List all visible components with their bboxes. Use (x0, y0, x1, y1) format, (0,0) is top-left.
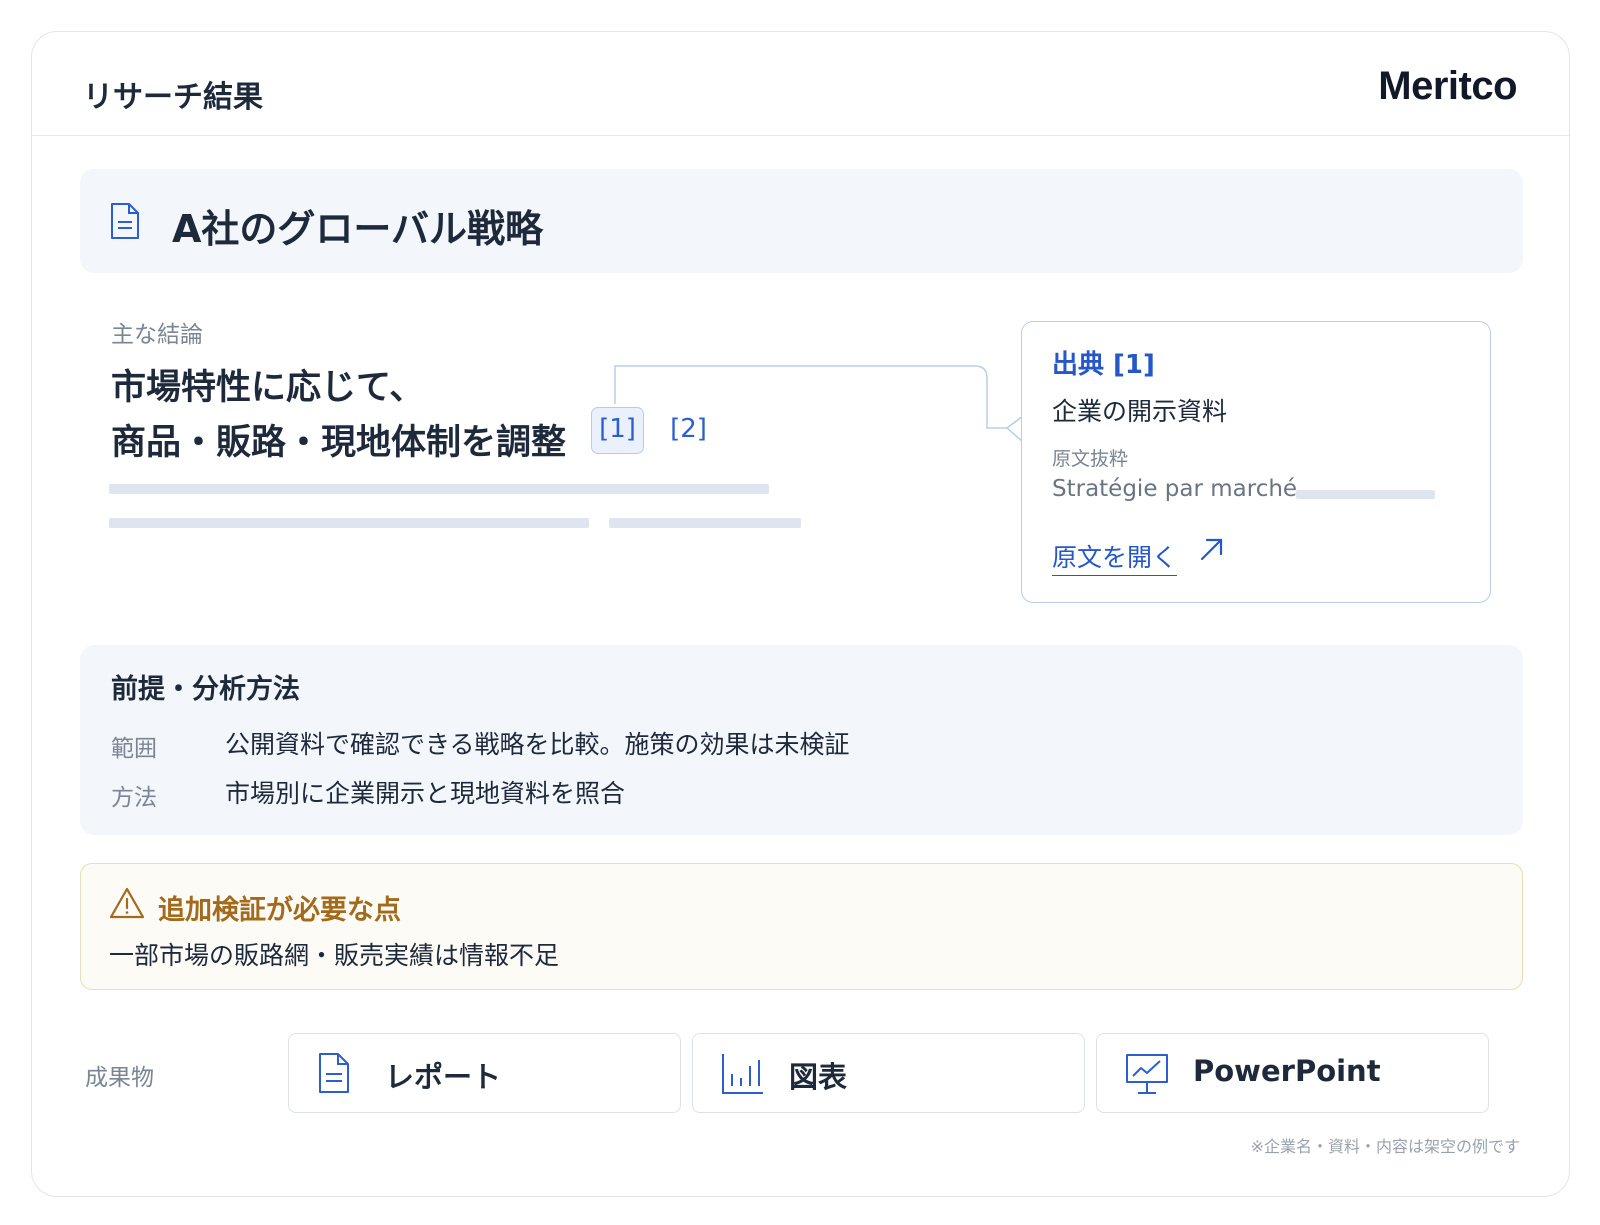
document-title: A社のグローバル戦略 (172, 207, 544, 251)
placeholder-line (1296, 490, 1435, 499)
source-popover: 出典 [1] 企業の開示資料 原文抜粋 Stratégie par marché… (1021, 321, 1491, 603)
assumptions-title: 前提・分析方法 (111, 674, 300, 705)
presentation-icon (1124, 1052, 1170, 1100)
open-source-link[interactable]: 原文を開く (1052, 538, 1178, 576)
method-row-key: 範囲 (111, 736, 157, 762)
method-row-value: 市場別に企業開示と現地資料を照合 (225, 779, 626, 808)
placeholder-line (109, 484, 769, 494)
chart-button-label: 図表 (789, 1060, 848, 1094)
fictional-disclaimer: ※企業名・資料・内容は架空の例です (1250, 1137, 1520, 1156)
source-name: 企業の開示資料 (1052, 397, 1228, 426)
report-button[interactable]: レポート (288, 1033, 681, 1113)
conclusion-label: 主な結論 (111, 322, 203, 348)
placeholder-line (609, 518, 801, 528)
excerpt-label: 原文抜粋 (1052, 448, 1129, 470)
conclusion-text-line1: 市場特性に応じて、 (111, 368, 425, 408)
warning-text: 一部市場の販路網・販売実績は情報不足 (109, 941, 560, 970)
powerpoint-button[interactable]: PowerPoint (1096, 1033, 1489, 1113)
chart-button[interactable]: 図表 (692, 1033, 1085, 1113)
document-banner: A社のグローバル戦略 (80, 169, 1523, 273)
method-row-value: 公開資料で確認できる戦略を比較。施策の効果は未検証 (225, 730, 850, 759)
method-row-key: 方法 (111, 785, 157, 811)
placeholder-line (109, 518, 589, 528)
deliverables-label: 成果物 (85, 1065, 154, 1091)
document-icon (316, 1052, 352, 1098)
card-header: リサーチ結果 Meritco (32, 32, 1569, 136)
powerpoint-button-label: PowerPoint (1193, 1054, 1381, 1088)
conclusion-text-line2: 商品・販路・現地体制を調整 (111, 423, 567, 463)
external-link-arrow-icon[interactable] (1197, 534, 1227, 568)
citation-connector-line (614, 365, 1024, 443)
report-button-label: レポート (385, 1060, 502, 1094)
research-result-card: リサーチ結果 Meritco A社のグローバル戦略 主な結論 市場特性に応じて、… (31, 31, 1570, 1197)
excerpt-text: Stratégie par marché (1052, 476, 1298, 502)
source-title: 出典 [1] (1052, 350, 1155, 380)
warning-triangle-icon (109, 886, 145, 924)
bar-chart-icon (720, 1052, 764, 1100)
document-icon (110, 202, 140, 244)
verification-warning-panel: 追加検証が必要な点 一部市場の販路網・販売実績は情報不足 (80, 863, 1523, 990)
brand-logo: Meritco (1378, 64, 1517, 108)
page-title: リサーチ結果 (83, 80, 263, 115)
warning-title: 追加検証が必要な点 (158, 895, 401, 926)
assumptions-panel: 前提・分析方法 範囲 公開資料で確認できる戦略を比較。施策の効果は未検証 方法 … (80, 645, 1523, 835)
